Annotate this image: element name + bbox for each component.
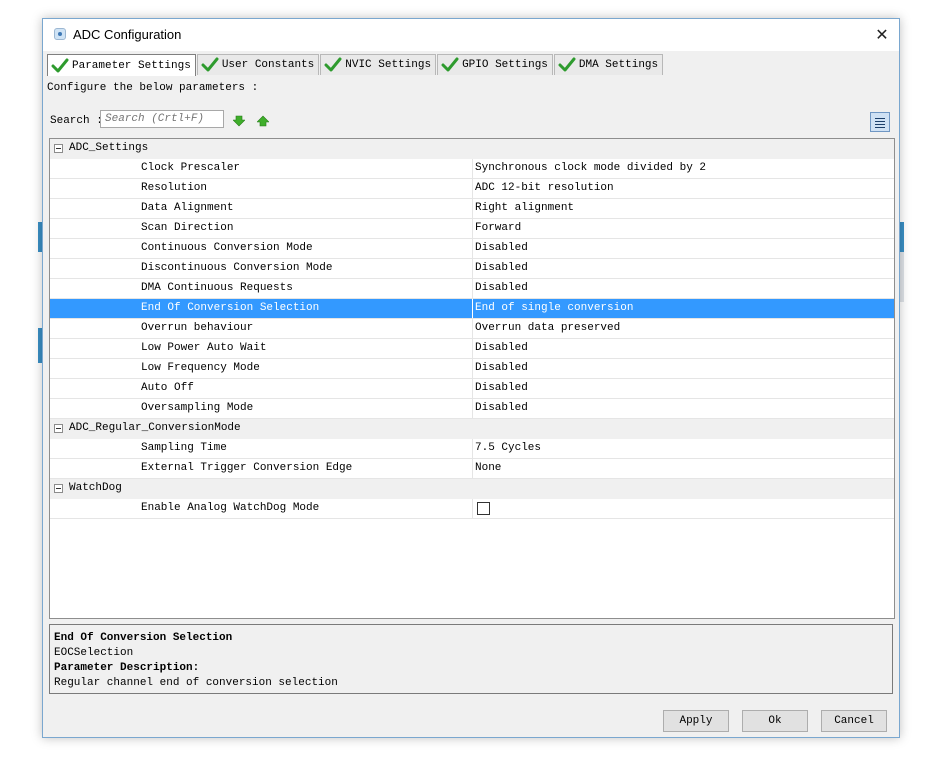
param-name: Overrun behaviour <box>141 322 254 334</box>
adc-configuration-dialog: ADC Configuration ✕ Parameter Settings U… <box>42 18 900 738</box>
param-row-low-frequency-mode[interactable]: Low Frequency Mode Disabled <box>50 359 894 379</box>
param-name: Low Power Auto Wait <box>141 342 267 354</box>
param-value[interactable]: Disabled <box>472 279 894 298</box>
param-value[interactable]: Disabled <box>472 379 894 398</box>
group-adc-regular-conversion-mode[interactable]: ADC_Regular_ConversionMode <box>50 419 894 439</box>
check-icon <box>51 58 69 72</box>
window-title: ADC Configuration <box>73 27 182 42</box>
param-value[interactable]: Forward <box>472 219 894 238</box>
tab-label: NVIC Settings <box>345 59 432 71</box>
param-value[interactable]: End of single conversion <box>472 299 894 318</box>
group-title: ADC_Regular_ConversionMode <box>69 422 241 434</box>
group-watchdog[interactable]: WatchDog <box>50 479 894 499</box>
param-row-sampling-time[interactable]: Sampling Time 7.5 Cycles <box>50 439 894 459</box>
param-value[interactable]: Disabled <box>472 259 894 278</box>
arrow-up-icon[interactable] <box>257 115 269 127</box>
param-name: Continuous Conversion Mode <box>141 242 313 254</box>
close-icon[interactable]: ✕ <box>871 24 893 46</box>
param-row-scan-direction[interactable]: Scan Direction Forward <box>50 219 894 239</box>
search-input[interactable] <box>100 110 224 128</box>
param-name: Data Alignment <box>141 202 234 214</box>
param-value[interactable]: 7.5 Cycles <box>472 439 894 458</box>
group-title: WatchDog <box>69 482 122 494</box>
app-icon <box>54 28 66 40</box>
description-text: Regular channel end of conversion select… <box>54 677 338 689</box>
analog-watchdog-checkbox[interactable] <box>477 502 490 515</box>
tab-label: DMA Settings <box>578 59 659 71</box>
param-value-cell <box>472 499 894 518</box>
param-row-resolution[interactable]: Resolution ADC 12-bit resolution <box>50 179 894 199</box>
tab-nvic-settings[interactable]: NVIC Settings <box>320 54 437 75</box>
param-name: Sampling Time <box>141 442 227 454</box>
group-title: ADC_Settings <box>69 142 149 154</box>
collapse-icon[interactable] <box>54 144 63 153</box>
check-icon <box>201 57 219 72</box>
param-row-clock-prescaler[interactable]: Clock Prescaler Synchronous clock mode di… <box>50 159 894 179</box>
param-row-discontinuous-conversion[interactable]: Discontinuous Conversion Mode Disabled <box>50 259 894 279</box>
check-icon <box>558 57 576 72</box>
param-row-data-alignment[interactable]: Data Alignment Right alignment <box>50 199 894 219</box>
description-title: End Of Conversion Selection <box>54 632 233 644</box>
tab-dma-settings[interactable]: DMA Settings <box>553 54 664 75</box>
tab-label: Parameter Settings <box>72 59 191 72</box>
param-row-auto-off[interactable]: Auto Off Disabled <box>50 379 894 399</box>
param-name: Clock Prescaler <box>141 162 241 174</box>
check-icon <box>324 57 342 72</box>
param-value[interactable]: Right alignment <box>472 199 894 218</box>
group-adc-settings[interactable]: ADC_Settings <box>50 139 894 159</box>
param-row-continuous-conversion[interactable]: Continuous Conversion Mode Disabled <box>50 239 894 259</box>
param-name: End Of Conversion Selection <box>141 302 320 314</box>
description-param-label: Parameter Description: <box>54 662 200 674</box>
cancel-button[interactable]: Cancel <box>821 710 887 732</box>
param-value[interactable]: Disabled <box>472 359 894 378</box>
parameter-settings-panel: Configure the below parameters : Search … <box>45 76 897 694</box>
arrow-down-icon[interactable] <box>233 115 245 127</box>
parameter-description-panel: End Of Conversion Selection EOCSelection… <box>49 624 893 694</box>
param-value[interactable]: ADC 12-bit resolution <box>472 179 894 198</box>
param-row-overrun-behaviour[interactable]: Overrun behaviour Overrun data preserved <box>50 319 894 339</box>
apply-button[interactable]: Apply <box>663 710 729 732</box>
param-value[interactable]: Disabled <box>472 399 894 418</box>
ok-button[interactable]: Ok <box>742 710 808 732</box>
configure-instructions: Configure the below parameters : <box>47 82 259 94</box>
param-name: Auto Off <box>141 382 194 394</box>
param-name: Oversampling Mode <box>141 402 254 414</box>
param-row-enable-analog-watchdog[interactable]: Enable Analog WatchDog Mode <box>50 499 894 519</box>
tab-label: User Constants <box>221 59 315 71</box>
param-value[interactable]: Synchronous clock mode divided by 2 <box>472 159 894 178</box>
collapse-icon[interactable] <box>54 484 63 493</box>
tab-bar: Parameter Settings User Constants NVIC S… <box>47 54 664 77</box>
search-label: Search : <box>50 115 103 127</box>
param-row-dma-continuous-requests[interactable]: DMA Continuous Requests Disabled <box>50 279 894 299</box>
param-row-oversampling-mode[interactable]: Oversampling Mode Disabled <box>50 399 894 419</box>
param-value[interactable]: Disabled <box>472 339 894 358</box>
param-name: Enable Analog WatchDog Mode <box>141 502 320 514</box>
tab-user-constants[interactable]: User Constants <box>196 54 320 75</box>
param-value[interactable]: Disabled <box>472 239 894 258</box>
tab-parameter-settings[interactable]: Parameter Settings <box>47 54 196 77</box>
collapse-icon[interactable] <box>54 424 63 433</box>
param-row-external-trigger-edge[interactable]: External Trigger Conversion Edge None <box>50 459 894 479</box>
param-name: Scan Direction <box>141 222 234 234</box>
param-value[interactable]: None <box>472 459 894 478</box>
param-name: External Trigger Conversion Edge <box>141 462 353 474</box>
param-row-low-power-auto-wait[interactable]: Low Power Auto Wait Disabled <box>50 339 894 359</box>
param-value[interactable]: Overrun data preserved <box>472 319 894 338</box>
check-icon <box>441 57 459 72</box>
param-name: Low Frequency Mode <box>141 362 260 374</box>
description-id: EOCSelection <box>54 647 134 659</box>
param-name: Resolution <box>141 182 208 194</box>
tab-label: GPIO Settings <box>462 59 548 71</box>
tab-gpio-settings[interactable]: GPIO Settings <box>437 54 553 75</box>
parameter-grid: ADC_Settings Clock Prescaler Synchronous … <box>49 138 895 619</box>
param-name: Discontinuous Conversion Mode <box>141 262 333 274</box>
title-bar: ADC Configuration ✕ <box>43 19 899 51</box>
param-name: DMA Continuous Requests <box>141 282 293 294</box>
list-view-icon[interactable] <box>870 112 890 132</box>
param-row-end-of-conversion-selection[interactable]: End Of Conversion Selection End of single… <box>50 299 894 319</box>
